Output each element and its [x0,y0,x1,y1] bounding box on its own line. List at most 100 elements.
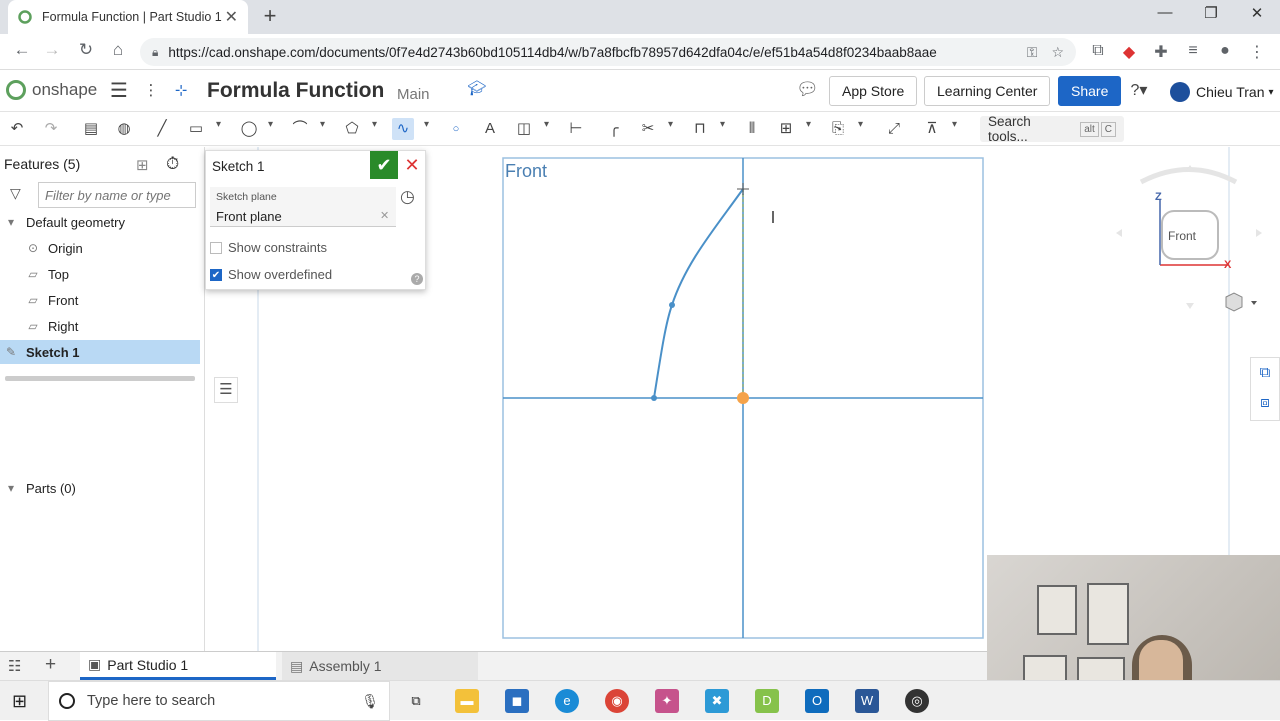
feature-filter-input[interactable] [38,182,196,208]
browser-tab[interactable]: Formula Function | Part Studio 1 ✕ [8,0,248,34]
chrome-menu-icon[interactable]: ⋮ [1246,42,1268,62]
app-store-button[interactable]: App Store [829,76,918,106]
help-icon[interactable]: ?▾ [1128,80,1150,102]
tab-close-icon[interactable]: ✕ [225,7,238,27]
feature-list-scrollbar[interactable] [5,376,195,381]
chevron-down-icon[interactable]: ▾ [720,119,725,130]
tree-item-default-geometry[interactable]: ▾ Default geometry [0,210,200,234]
feature-list-toggle-icon[interactable]: ☰ [214,377,238,403]
construction-icon[interactable]: ◫ [513,118,535,140]
constraint-icon[interactable]: ⊼ [921,118,943,140]
checkbox-icon[interactable] [210,241,222,254]
chevron-down-icon[interactable]: ▾ [424,119,429,130]
app-icon[interactable]: ✖ [705,689,729,713]
chevron-down-icon[interactable]: ▾ [806,119,811,130]
window-close-icon[interactable]: ✕ [1234,4,1280,22]
tab-assembly-1[interactable]: ▤ Assembly 1 [282,652,478,680]
word-icon[interactable]: W [855,689,879,713]
line-icon[interactable]: ╱ [151,118,173,140]
taskbar-search[interactable]: Type here to search 🎙︎ [48,681,390,721]
chevron-down-icon[interactable]: ▾ [4,481,18,495]
text-icon[interactable]: A [479,118,501,140]
copy-sketch-icon[interactable]: ▤ [80,118,102,140]
onshape-logo[interactable]: onshape [6,80,97,100]
extensions-puzzle-icon[interactable]: ✚ [1150,42,1172,62]
add-folder-icon[interactable]: ⊞ [136,156,149,174]
tree-item-origin[interactable]: ⊙ Origin [0,236,200,260]
learning-center-button[interactable]: Learning Center [924,76,1051,106]
sketch-plane-field[interactable]: Sketch plane Front plane ✕ [210,187,396,227]
arc-icon[interactable]: ⌒ [289,118,311,140]
tree-item-right[interactable]: ▱ Right [0,314,200,338]
chevron-down-icon[interactable]: ▾ [4,215,18,229]
cancel-x-icon[interactable]: ✕ [402,153,422,177]
chevron-down-icon[interactable]: ▾ [952,119,957,130]
store-icon[interactable]: ◼ [505,689,529,713]
tree-item-top[interactable]: ▱ Top [0,262,200,286]
add-tab-icon[interactable]: + [45,654,56,676]
offset-icon[interactable]: ⊓ [689,118,711,140]
chevron-down-icon[interactable]: ▾ [216,119,221,130]
tree-item-sketch-1[interactable]: ✎ Sketch 1 [0,340,200,364]
obs-icon[interactable]: ◎ [905,689,929,713]
redo-icon[interactable]: ↷ [40,118,62,140]
learning-cap-icon[interactable]: 🎓︎ [466,78,488,100]
key-icon[interactable]: ⚿ [1027,44,1038,61]
app-icon[interactable]: D [755,689,779,713]
chevron-down-icon[interactable]: ▾ [668,119,673,130]
clear-x-icon[interactable]: ✕ [380,209,389,222]
insert-icon[interactable]: ⊹ [170,80,192,102]
media-icon[interactable]: ≡ [1182,42,1204,60]
rectangle-icon[interactable]: ▭ [185,118,207,140]
tab-manager-icon[interactable]: ☷ [8,657,21,675]
minimize-icon[interactable]: — [1142,4,1188,21]
pattern-icon[interactable]: ⊞ [775,118,797,140]
chevron-down-icon[interactable]: ▾ [372,119,377,130]
dimension-icon[interactable]: ⊢ [565,118,587,140]
right-panel-icons[interactable]: ⧉ ⧈ [1250,357,1280,421]
task-view-icon[interactable]: ⧉ [404,689,428,713]
use-icon[interactable]: ◍ [113,118,135,140]
bookmark-star-icon[interactable]: ☆ [1051,44,1064,61]
view-cube-face-label[interactable]: Front [1168,229,1196,243]
show-constraints-checkbox[interactable]: Show constraints [210,240,327,255]
trim-icon[interactable]: ✂ [637,118,659,140]
transform-icon[interactable]: ⤢ [883,118,905,140]
forward-icon[interactable]: → [40,40,64,60]
chevron-down-icon[interactable]: ▾ [320,119,325,130]
back-icon[interactable]: ← [10,40,34,60]
reload-icon[interactable]: ↻ [74,40,98,60]
import-dxf-icon[interactable]: ⎘ [827,118,849,140]
point-icon[interactable]: ○ [445,118,467,140]
history-clock-icon[interactable]: ◷ [400,187,415,207]
rollback-timer-icon[interactable]: ⏱ [166,154,179,174]
microphone-icon[interactable]: 🎙︎ [361,693,379,710]
extension-icon[interactable]: ⧉ [1087,42,1109,60]
new-tab-icon[interactable]: + [258,3,282,29]
checkbox-checked-icon[interactable]: ✔ [210,268,222,281]
search-tools-input[interactable]: Search tools... alt C [980,114,1124,144]
comments-icon[interactable]: 💬︎ [796,78,819,100]
tree-item-parts[interactable]: ▾ Parts (0) [0,476,200,500]
chevron-down-icon[interactable]: ▾ [858,119,863,130]
tree-item-front[interactable]: ▱ Front [0,288,200,312]
file-explorer-icon[interactable]: ▬ [455,689,479,713]
home-icon[interactable]: ⌂ [106,40,130,60]
sketch-dialog-title[interactable]: Sketch 1 [212,159,265,174]
chevron-down-icon[interactable]: ▾ [544,119,549,130]
tab-part-studio-1[interactable]: ▣ Part Studio 1 [80,652,276,680]
chrome-icon[interactable]: ◉ [605,689,629,713]
address-bar[interactable]: 🔒︎ https://cad.onshape.com/documents/0f7… [140,38,1076,66]
share-button[interactable]: Share [1058,76,1122,106]
chevron-down-icon[interactable]: ▾ [268,119,273,130]
show-overdefined-checkbox[interactable]: ✔ Show overdefined [210,267,332,282]
fillet-icon[interactable]: ╭ [603,118,625,140]
circle-icon[interactable]: ◯ [238,118,260,140]
outlook-icon[interactable]: O [805,689,829,713]
hamburger-menu-icon[interactable]: ☰ [108,80,130,102]
profile-icon[interactable]: ● [1214,42,1236,60]
edge-icon[interactable]: e [555,689,579,713]
extension-icon[interactable]: ◆ [1118,42,1140,62]
tree-settings-icon[interactable]: ⋮ [140,80,162,102]
undo-icon[interactable]: ↶ [6,118,28,140]
